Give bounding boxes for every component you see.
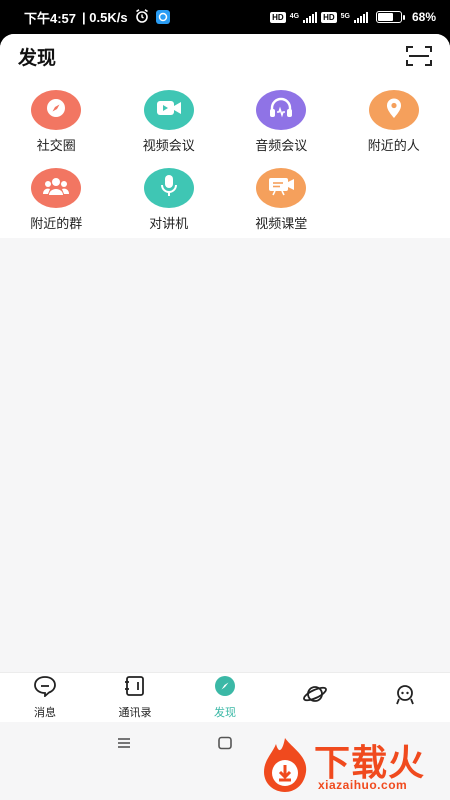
nav-label: 消息 [34, 707, 56, 719]
nav-label: 通讯录 [118, 707, 152, 719]
bottom-nav: 消息 通讯录 发现 [0, 672, 450, 722]
nav-label: 发现 [214, 707, 236, 719]
feature-label: 视频会议 [142, 138, 195, 153]
hd-badge: HD [270, 11, 286, 23]
menu-icon[interactable] [116, 736, 132, 755]
circle-bg [368, 90, 419, 130]
feature-video-classroom[interactable]: 视频课堂 [225, 168, 338, 232]
watermark: 下载火 xiazaihuo.com [256, 732, 446, 798]
circle-bg [143, 168, 194, 208]
location-pin-icon [383, 96, 405, 125]
feature-label: 社交圈 [36, 138, 76, 153]
circle-bg [256, 90, 307, 130]
network-type: 4G [289, 13, 300, 20]
planet-icon [302, 683, 328, 710]
app-notification-icon [155, 10, 170, 24]
status-bar: 下午4:57 | 0.5K/s HD 4G HD 5G 68% [0, 0, 450, 34]
network-speed: | 0.5K/s [82, 9, 128, 25]
signal-icon-2 [353, 11, 368, 23]
feature-video-meeting[interactable]: 视频会议 [113, 90, 226, 154]
feature-panel: 社交圈 视频会议 音频会议 附近的人 附近的群 对讲机 视频课堂 [0, 78, 450, 238]
headphones-icon [268, 96, 294, 125]
scan-icon[interactable] [406, 45, 432, 67]
circle-bg [31, 168, 82, 208]
feature-social-circle[interactable]: 社交圈 [0, 90, 113, 154]
watermark-logo-icon [258, 736, 312, 799]
feature-walkie-talkie[interactable]: 对讲机 [113, 168, 226, 232]
watermark-site: xiazaihuo.com [318, 778, 408, 792]
classroom-icon [266, 175, 296, 202]
alarm-icon [134, 8, 150, 27]
contacts-icon [123, 675, 147, 702]
nav-profile[interactable] [360, 683, 450, 712]
header: 发现 [0, 34, 450, 78]
signal-icon [303, 11, 318, 23]
feature-label: 附近的人 [367, 138, 420, 153]
feature-audio-meeting[interactable]: 音频会议 [225, 90, 338, 154]
circle-bg [143, 90, 194, 130]
feature-label: 音频会议 [255, 138, 308, 153]
chat-bubble-icon [33, 675, 57, 702]
nav-planet[interactable] [270, 683, 360, 712]
battery-icon [375, 11, 405, 23]
circle-bg [31, 90, 82, 130]
feature-label: 视频课堂 [255, 216, 308, 231]
compass-icon [44, 96, 68, 125]
home-icon[interactable] [217, 736, 233, 755]
feature-nearby-groups[interactable]: 附近的群 [0, 168, 113, 232]
feature-label: 对讲机 [149, 216, 189, 231]
discover-icon [213, 675, 237, 702]
nav-messages[interactable]: 消息 [0, 675, 90, 720]
profile-icon [393, 683, 417, 710]
battery-percent: 68% [411, 10, 436, 24]
feature-grid: 社交圈 视频会议 音频会议 附近的人 附近的群 对讲机 视频课堂 [0, 90, 450, 232]
nav-contacts[interactable]: 通讯录 [90, 675, 180, 720]
page-title: 发现 [18, 47, 57, 69]
group-icon [42, 175, 70, 202]
feature-nearby-people[interactable]: 附近的人 [338, 90, 450, 154]
circle-bg [256, 168, 307, 208]
microphone-icon [158, 173, 180, 204]
video-camera-icon [155, 97, 183, 124]
hd-badge-2: HD [321, 11, 337, 23]
nav-discover[interactable]: 发现 [180, 675, 270, 720]
network-type-2: 5G [340, 13, 350, 20]
status-time: 下午4:57 [24, 10, 77, 26]
feature-label: 附近的群 [30, 216, 83, 231]
